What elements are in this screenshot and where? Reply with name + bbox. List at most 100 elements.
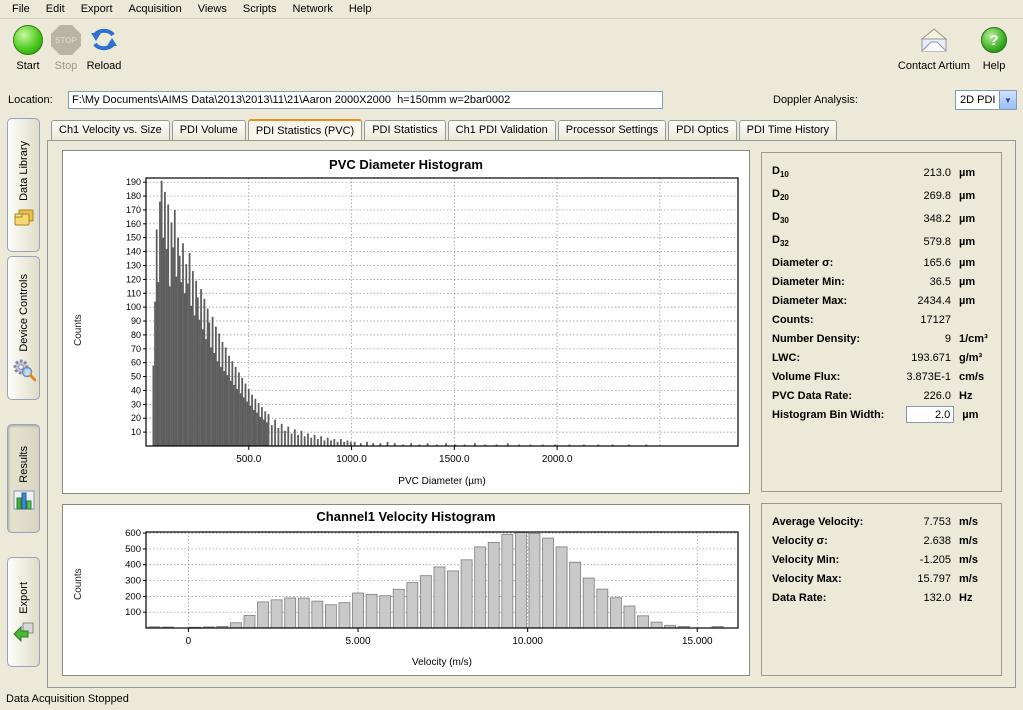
stat-label: Histogram Bin Width: [772,409,884,421]
stat-value: 579.8 [879,236,951,248]
velocity-histogram-ylabel: Counts [73,568,84,600]
tab-pdi-time-history[interactable]: PDI Time History [739,120,838,140]
velocity-stat-row: Velocity σ:2.638m/s [772,531,991,550]
stat-unit: Hz [951,390,991,402]
velocity-stat-row: Velocity Max:15.797m/s [772,569,991,588]
svg-text:120: 120 [126,274,141,284]
diameter-stat-row: D20269.8µm [772,184,991,207]
stat-label: Volume Flux: [772,371,840,383]
tab-pdi-statistics[interactable]: PDI Statistics [364,120,445,140]
diameter-stat-row: D10213.0µm [772,161,991,184]
svg-text:180: 180 [126,191,141,201]
velocity-stat-row: Velocity Min:-1.205m/s [772,550,991,569]
bin-width-input[interactable] [906,406,954,423]
diameter-stat-row: Diameter Min:36.5µm [772,272,991,291]
menu-item-edit[interactable]: Edit [38,1,73,17]
stat-value: 3.873E-1 [879,371,951,383]
svg-text:130: 130 [126,260,141,270]
toolbar: Start STOP Stop Reload Contact Artium [0,19,1023,86]
stat-value: 17127 [879,314,951,326]
stat-unit: 1/cm³ [951,333,991,345]
tab-pdi-optics[interactable]: PDI Optics [668,120,737,140]
stat-value: 36.5 [879,276,951,288]
velocity-stats-panel: Average Velocity:7.753m/sVelocity σ:2.63… [761,503,1002,676]
stat-label: D30 [772,211,789,225]
status-text: Data Acquisition Stopped [6,693,129,705]
envelope-icon [917,27,951,53]
svg-text:110: 110 [127,288,141,298]
menu-item-acquisition[interactable]: Acquisition [121,1,190,17]
stat-label: Average Velocity: [772,516,863,528]
stat-label: Diameter σ: [772,257,833,269]
svg-text:100: 100 [126,302,141,312]
svg-text:40: 40 [131,385,141,395]
stat-value: -1.205 [879,554,951,566]
sidebar-label: Export [18,582,30,614]
doppler-analysis-select[interactable]: 2D PDI ▼ [955,90,1017,110]
stat-unit: g/m³ [951,352,991,364]
stat-label: Velocity Max: [772,573,842,585]
stat-label: PVC Data Rate: [772,390,852,402]
svg-text:70: 70 [131,344,141,354]
diameter-stat-row: Volume Flux:3.873E-1cm/s [772,367,991,386]
stat-unit: Hz [951,592,991,604]
doppler-analysis-label: Doppler Analysis: [773,94,858,106]
sidebar-item-device-controls[interactable]: Device Controls [7,256,40,400]
stat-unit: µm [951,295,991,307]
tab-ch1-pdi-validation[interactable]: Ch1 PDI Validation [448,120,556,140]
help-button[interactable]: ? Help [972,22,1016,72]
tab-pdi-statistics-pvc-[interactable]: PDI Statistics (PVC) [248,119,362,140]
stat-unit: m/s [951,554,991,566]
svg-text:50: 50 [131,372,141,382]
svg-text:1500.0: 1500.0 [439,454,470,465]
start-icon [13,25,43,55]
diameter-stat-row: D32579.8µm [772,230,991,253]
menu-item-export[interactable]: Export [73,1,121,17]
chevron-down-icon[interactable]: ▼ [999,91,1016,109]
stat-label: Data Rate: [772,592,826,604]
svg-text:2000.0: 2000.0 [542,454,573,465]
diameter-stat-row: PVC Data Rate:226.0Hz [772,386,991,405]
device-controls-icon [12,358,36,382]
menu-item-file[interactable]: File [4,1,38,17]
contact-artium-button[interactable]: Contact Artium [893,22,975,72]
stat-label: D32 [772,234,789,248]
svg-text:500: 500 [125,544,141,555]
tab-pdi-volume[interactable]: PDI Volume [172,120,246,140]
svg-text:PVC Diameter (µm): PVC Diameter (µm) [398,476,485,487]
pvc-diameter-histogram-panel: 1020304050607080901001101201301401501601… [62,150,750,494]
stat-value: 2434.4 [879,295,951,307]
menu-item-network[interactable]: Network [284,1,340,17]
svg-text:60: 60 [131,358,141,368]
stat-unit: m/s [951,535,991,547]
stat-label: Diameter Max: [772,295,847,307]
stat-unit: m/s [951,516,991,528]
velocity-histogram-title: Channel1 Velocity Histogram [63,509,749,524]
menu-item-help[interactable]: Help [341,1,380,17]
stat-value: 15.797 [879,573,951,585]
svg-text:160: 160 [126,219,141,229]
reload-button[interactable]: Reload [82,22,126,72]
tab-bar: Ch1 Velocity vs. SizePDI VolumePDI Stati… [51,120,839,141]
sidebar-label: Results [18,446,30,483]
stat-unit: µm [951,213,991,225]
tab-ch1-velocity-vs-size[interactable]: Ch1 Velocity vs. Size [51,120,170,140]
stat-value: 269.8 [879,190,951,202]
sidebar-item-results[interactable]: Results [7,424,40,533]
stat-value: 132.0 [879,592,951,604]
svg-text:300: 300 [125,576,141,587]
location-input[interactable] [68,91,663,109]
svg-text:140: 140 [126,247,141,257]
sidebar-item-export[interactable]: Export [7,557,40,667]
diameter-stat-row: D30 348.2µm [772,207,991,230]
tab-processor-settings[interactable]: Processor Settings [558,120,666,140]
svg-text:600: 600 [125,528,141,539]
diameter-stat-row: Number Density:91/cm³ [772,329,991,348]
diameter-stats-panel: D10213.0µmD20269.8µmD30348.2µmD32579.8µm… [761,152,1002,492]
menu-item-scripts[interactable]: Scripts [235,1,285,17]
sidebar-item-data-library[interactable]: Data Library [7,118,40,252]
stat-value: 348.2 [879,213,951,225]
stat-value: 2.638 [879,535,951,547]
stat-label: Counts: [772,314,814,326]
menu-item-views[interactable]: Views [190,1,235,17]
